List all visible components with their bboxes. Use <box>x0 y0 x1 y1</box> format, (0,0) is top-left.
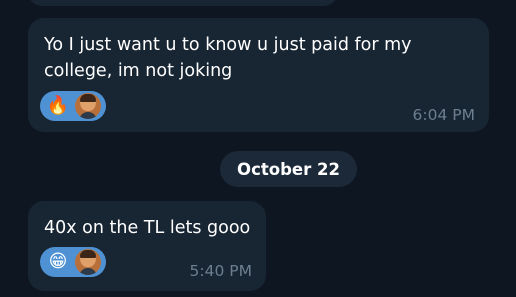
message-bubble[interactable]: Yo I just want u to know u just paid for… <box>28 18 489 132</box>
reactor-avatar <box>75 249 101 275</box>
message-time: 6:04 PM <box>412 106 475 124</box>
fire-emoji-icon: 🔥 <box>46 95 70 116</box>
previous-message-bubble <box>28 0 338 6</box>
date-separator: October 22 <box>220 151 357 187</box>
message-text: Yo I just want u to know u just paid for… <box>44 35 412 81</box>
grinning-emoji-icon: 😁 <box>48 251 68 272</box>
message-time: 5:40 PM <box>189 262 252 280</box>
reaction-pill[interactable]: 🔥 <box>40 91 106 121</box>
message-bubble[interactable]: 40x on the TL lets gooo 😁 5:40 PM <box>28 201 266 291</box>
message-text: 40x on the TL lets gooo <box>44 218 251 238</box>
reaction-pill[interactable]: 😁 <box>40 247 106 277</box>
reactor-avatar <box>75 93 101 119</box>
